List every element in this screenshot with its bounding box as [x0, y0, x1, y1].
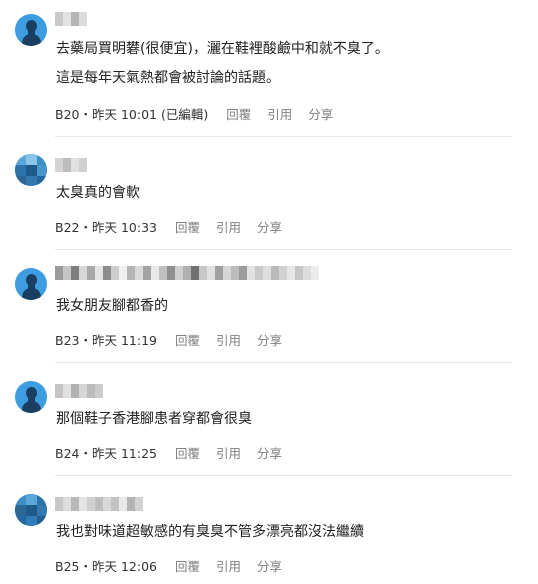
comment-text-line: 去藥局買明礬(很便宜)，灑在鞋裡酸鹼中和就不臭了。	[56, 41, 389, 57]
reply-button[interactable]: 回覆	[175, 220, 200, 235]
comment-text-line: 我也對味道超敏感的有臭臭不管多漂亮都沒法繼續	[56, 524, 364, 540]
timestamp: 昨天 10:01 (已編輯)	[92, 107, 209, 122]
reply-button[interactable]: 回覆	[226, 107, 251, 122]
reply-button[interactable]: 回覆	[175, 559, 200, 574]
floor-number: B23	[55, 333, 80, 348]
comment-meta: B24・昨天 11:25 回覆 引用 分享	[55, 446, 282, 462]
comment-meta: B25・昨天 12:06 回覆 引用 分享	[55, 559, 282, 575]
separator: ・	[79, 107, 92, 122]
comment-text-line: 我女朋友腳都香的	[56, 298, 168, 314]
share-button[interactable]: 分享	[257, 333, 282, 348]
user-avatar[interactable]	[15, 494, 47, 526]
comment-meta: B20・昨天 10:01 (已編輯) 回覆 引用 分享	[55, 107, 333, 123]
floor-number: B25	[55, 559, 80, 574]
username-blurred[interactable]	[55, 12, 87, 26]
quote-button[interactable]: 引用	[216, 446, 241, 461]
separator: ・	[79, 559, 92, 574]
reply-button[interactable]: 回覆	[175, 446, 200, 461]
reply-button[interactable]: 回覆	[175, 333, 200, 348]
timestamp: 昨天 11:19	[92, 333, 157, 348]
share-button[interactable]: 分享	[257, 559, 282, 574]
username-blurred[interactable]	[55, 384, 103, 398]
quote-button[interactable]: 引用	[216, 220, 241, 235]
timestamp: 昨天 12:06	[92, 559, 157, 574]
comment-b22: 太臭真的會軟 B22・昨天 10:33 回覆 引用 分享	[0, 137, 538, 249]
share-button[interactable]: 分享	[257, 220, 282, 235]
comment-b25: 我也對味道超敏感的有臭臭不管多漂亮都沒法繼續 B25・昨天 12:06 回覆 引用 分…	[0, 476, 538, 584]
separator: ・	[79, 446, 92, 461]
comment-b23: 我女朋友腳都香的 B23・昨天 11:19 回覆 引用 分享	[0, 250, 538, 362]
user-avatar[interactable]	[15, 268, 47, 300]
comment-text-line: 這是每年天氣熱都會被討論的話題。	[56, 70, 280, 86]
username-blurred[interactable]	[55, 497, 143, 511]
share-button[interactable]: 分享	[257, 446, 282, 461]
quote-button[interactable]: 引用	[267, 107, 292, 122]
separator: ・	[79, 220, 92, 235]
quote-button[interactable]: 引用	[216, 559, 241, 574]
username-blurred[interactable]	[55, 266, 319, 280]
floor-number: B24	[55, 446, 80, 461]
quote-button[interactable]: 引用	[216, 333, 241, 348]
comment-meta: B23・昨天 11:19 回覆 引用 分享	[55, 333, 282, 349]
comment-text-line: 那個鞋子香港腳患者穿都會很臭	[56, 411, 252, 427]
comment-b24: 那個鞋子香港腳患者穿都會很臭 B24・昨天 11:25 回覆 引用 分享	[0, 363, 538, 475]
timestamp: 昨天 11:25	[92, 446, 157, 461]
username-blurred[interactable]	[55, 158, 87, 172]
user-avatar[interactable]	[15, 381, 47, 413]
comment-text-line: 太臭真的會軟	[56, 185, 140, 201]
user-avatar[interactable]	[15, 14, 47, 46]
floor-number: B20	[55, 107, 80, 122]
comment-meta: B22・昨天 10:33 回覆 引用 分享	[55, 220, 282, 236]
user-avatar[interactable]	[15, 154, 47, 186]
separator: ・	[79, 333, 92, 348]
floor-number: B22	[55, 220, 80, 235]
share-button[interactable]: 分享	[308, 107, 333, 122]
comment-b20: 去藥局買明礬(很便宜)，灑在鞋裡酸鹼中和就不臭了。 這是每年天氣熱都會被討論的話…	[0, 0, 538, 150]
timestamp: 昨天 10:33	[92, 220, 157, 235]
